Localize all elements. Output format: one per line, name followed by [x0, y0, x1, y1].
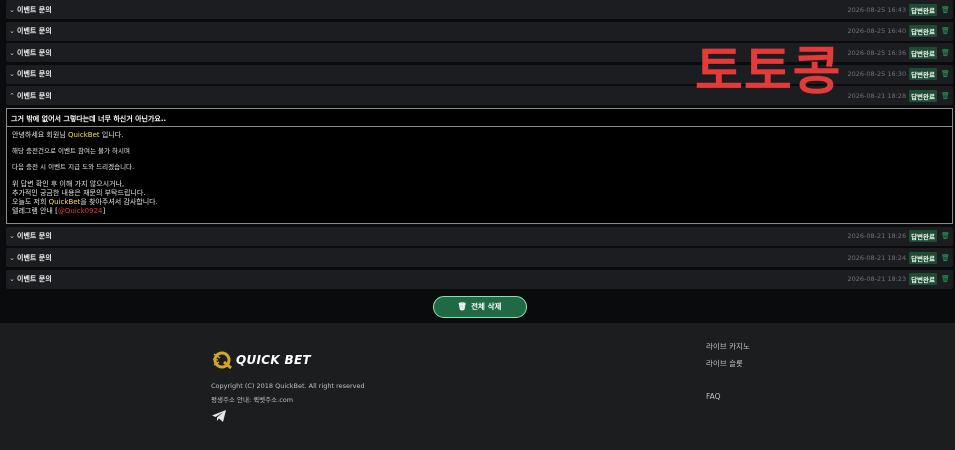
trash-icon[interactable]: 🗑 [941, 6, 950, 14]
footer-link[interactable] [706, 375, 750, 392]
inquiry-row[interactable]: ⌄ 이벤트 문의 2026-08-21 18:26 답변완료 🗑 [6, 226, 953, 246]
status-badge: 답변완료 [909, 251, 937, 264]
answer-line: 다음 충전 시 이벤트 지급 도와 드리겠습니다. [12, 162, 135, 171]
trash-icon[interactable]: 🗑 [941, 70, 950, 78]
inquiry-title: 이벤트 문의 [17, 253, 52, 262]
inquiry-row[interactable]: ⌄ 이벤트 문의 2026-08-21 18:24 답변완료 🗑 [6, 248, 953, 267]
chevron-down-icon: ⌄ [9, 275, 15, 283]
status-badge: 답변완료 [909, 230, 937, 242]
inquiry-title: 이벤트 문의 [17, 27, 52, 35]
telegram-handle[interactable]: @Quick0924 [58, 207, 103, 215]
chevron-down-icon: ⌄ [9, 70, 15, 78]
trash-icon[interactable]: 🗑 [941, 254, 950, 262]
chevron-down-icon: ⌄ [9, 253, 15, 262]
inquiry-date: 2026-08-25 16:40 [847, 27, 907, 35]
inquiry-row[interactable]: ⌄ 이벤트 문의 2026-08-25 16:43 답변완료 🗑 [6, 0, 953, 19]
trash-icon[interactable]: 🗑 [941, 49, 950, 57]
status-badge: 답변완료 [909, 46, 937, 59]
status-badge: 답변완료 [909, 68, 937, 80]
inquiry-date: 2026-08-21 18:24 [847, 253, 907, 262]
inquiry-title: 이벤트 문의 [17, 232, 52, 240]
logo[interactable]: QUICK BET [212, 350, 311, 370]
status-badge: 답변완료 [909, 273, 937, 285]
inquiry-row[interactable]: ⌄ 이벤트 문의 2026-08-21 18:23 답변완료 🗑 [6, 269, 953, 289]
delete-all-label: 전체 삭제 [471, 302, 502, 311]
inquiry-row[interactable]: ⌄ 이벤트 문의 2026-08-25 16:36 답변완료 🗑 [6, 43, 953, 62]
footer-link[interactable]: 라이브 슬롯 [706, 358, 750, 375]
telegram-icon[interactable] [211, 409, 227, 423]
answer-line: 오늘도 저희 QuickBet을 찾아주셔서 감사합니다. [12, 197, 158, 206]
inquiry-row[interactable]: ⌄ 이벤트 문의 2026-08-25 16:30 답변완료 🗑 [6, 64, 953, 84]
chevron-down-icon: ⌄ [9, 5, 15, 14]
trash-icon[interactable]: 🗑 [941, 92, 950, 100]
address-notice: 평생주소 안내: 퀵벳주소.com [211, 396, 294, 404]
inquiry-question: 그거 밖에 없어서 그렇다는데 너무 하신거 아닌가요.. [6, 107, 953, 127]
inquiry-row[interactable]: ⌄ 이벤트 문의 2026-08-25 16:40 답변완료 🗑 [6, 21, 953, 41]
answer-line: 추가적인 궁금한 내용은 재문의 부탁드립니다. [12, 188, 146, 197]
footer-link[interactable]: FAQ [706, 392, 750, 409]
inquiry-date: 2026-08-25 16:30 [847, 70, 907, 78]
copyright: Copyright (C) 2018 QuickBet. All right r… [211, 382, 365, 390]
answer-line: 해당 충전건으로 이벤트 참여는 불가 하시며 [12, 146, 130, 155]
status-badge: 답변완료 [909, 89, 937, 102]
trash-icon[interactable]: 🗑 [941, 27, 950, 35]
inquiry-date: 2026-08-21 18:23 [847, 275, 907, 283]
inquiry-date: 2026-08-25 16:36 [847, 48, 907, 57]
inquiry-date: 2026-08-25 16:43 [847, 5, 907, 14]
logo-icon [212, 351, 232, 370]
inquiry-title: 이벤트 문의 [17, 5, 52, 14]
chevron-down-icon: ⌄ [9, 48, 15, 57]
brand-name: QuickBet [48, 197, 81, 206]
inquiry-row-expanded[interactable]: ⌃ 이벤트 문의 2026-08-21 18:28 답변완료 🗑 [6, 86, 953, 105]
logo-text: QUICK BET [236, 353, 311, 367]
inquiry-answer: 안녕하세요 회원님 QuickBet 입니다. 해당 충전건으로 이벤트 참여는… [6, 126, 953, 224]
telegram-line: 텔레그램 안내 [@Quick0924] [12, 206, 106, 215]
inquiry-title: 이벤트 문의 [17, 70, 52, 78]
inquiry-date: 2026-08-21 18:28 [847, 91, 907, 100]
footer: QUICK BET Copyright (C) 2018 QuickBet. A… [0, 323, 955, 450]
trash-icon: 🗑 [457, 302, 468, 311]
brand-name: QuickBet [67, 130, 100, 139]
answer-greeting: 안녕하세요 회원님 QuickBet 입니다. [12, 130, 124, 139]
trash-icon[interactable]: 🗑 [941, 275, 950, 283]
answer-line: 위 답변 확인 후 이해 가지 않으시거나, [12, 179, 125, 188]
footer-link[interactable]: 라이브 카지노 [706, 341, 750, 358]
status-badge: 답변완료 [909, 25, 937, 37]
chevron-down-icon: ⌄ [9, 232, 15, 240]
delete-all-button[interactable]: 🗑 전체 삭제 [432, 295, 527, 318]
chevron-down-icon: ⌄ [9, 27, 15, 35]
chevron-up-icon: ⌃ [9, 91, 15, 100]
inquiry-date: 2026-08-21 18:26 [847, 232, 907, 240]
inquiry-title: 이벤트 문의 [17, 48, 52, 57]
trash-icon[interactable]: 🗑 [941, 232, 950, 240]
inquiry-list: ⌄ 이벤트 문의 2026-08-25 16:43 답변완료 🗑 ⌄ 이벤트 문… [6, 0, 953, 318]
inquiry-title: 이벤트 문의 [17, 275, 52, 283]
delete-all-wrap: 🗑 전체 삭제 [6, 295, 953, 318]
footer-links: 라이브 카지노 라이브 슬롯 FAQ [706, 341, 750, 409]
inquiry-title: 이벤트 문의 [17, 91, 52, 100]
status-badge: 답변완료 [909, 3, 937, 16]
